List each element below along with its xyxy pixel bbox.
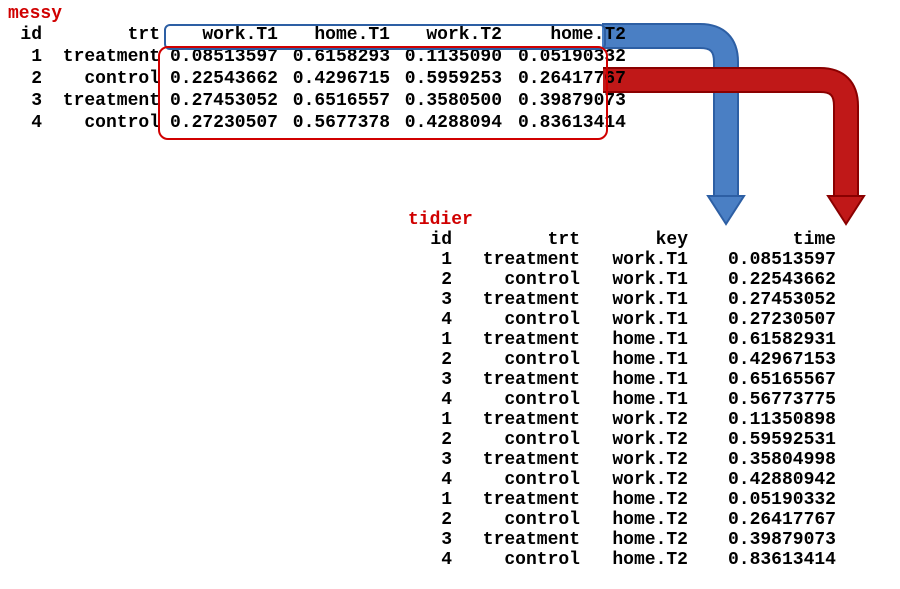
tidier-col-time: time <box>692 230 840 250</box>
table-row: 3treatmentwork.T20.35804998 <box>408 450 840 470</box>
tidier-header-row: id trt key time <box>408 230 840 250</box>
messy-col-workT2: work.T2 <box>394 24 506 46</box>
messy-col-trt: trt <box>46 24 164 46</box>
messy-table: id trt work.T1 home.T1 work.T2 home.T2 1… <box>8 24 630 134</box>
table-row: 4controlhome.T20.83613414 <box>408 550 840 570</box>
tidier-col-trt: trt <box>456 230 584 250</box>
tidier-table: id trt key time 1treatmentwork.T10.08513… <box>408 230 840 570</box>
table-row: 2controlwork.T10.22543662 <box>408 270 840 290</box>
table-row: 2controlwork.T20.59592531 <box>408 430 840 450</box>
messy-header-row: id trt work.T1 home.T1 work.T2 home.T2 <box>8 24 630 46</box>
table-row: 4controlhome.T10.56773775 <box>408 390 840 410</box>
table-row: 3treatmenthome.T10.65165567 <box>408 370 840 390</box>
table-row: 1treatmenthome.T20.05190332 <box>408 490 840 510</box>
messy-col-homeT2: home.T2 <box>506 24 630 46</box>
messy-col-id: id <box>8 24 46 46</box>
table-row: 1treatmenthome.T10.61582931 <box>408 330 840 350</box>
messy-col-homeT1: home.T1 <box>282 24 394 46</box>
table-row: 4controlwork.T10.27230507 <box>408 310 840 330</box>
table-row: 3treatmentwork.T10.27453052 <box>408 290 840 310</box>
table-row: 1treatmentwork.T20.11350898 <box>408 410 840 430</box>
tidier-title: tidier <box>408 210 840 230</box>
table-row: 1 treatment 0.08513597 0.6158293 0.11350… <box>8 46 630 68</box>
messy-title: messy <box>8 4 630 24</box>
tidier-col-id: id <box>408 230 456 250</box>
table-row: 3 treatment 0.27453052 0.6516557 0.35805… <box>8 90 630 112</box>
messy-block: messy id trt work.T1 home.T1 work.T2 hom… <box>8 4 630 134</box>
tidier-col-key: key <box>584 230 692 250</box>
table-row: 2controlhome.T20.26417767 <box>408 510 840 530</box>
red-arrow-icon <box>603 80 846 202</box>
table-row: 3treatmenthome.T20.39879073 <box>408 530 840 550</box>
table-row: 2 control 0.22543662 0.4296715 0.5959253… <box>8 68 630 90</box>
table-row: 4 control 0.27230507 0.5677378 0.4288094… <box>8 112 630 134</box>
table-row: 2controlhome.T10.42967153 <box>408 350 840 370</box>
table-row: 4controlwork.T20.42880942 <box>408 470 840 490</box>
tidier-block: tidier id trt key time 1treatmentwork.T1… <box>408 210 840 570</box>
messy-col-workT1: work.T1 <box>164 24 282 46</box>
table-row: 1treatmentwork.T10.08513597 <box>408 250 840 270</box>
